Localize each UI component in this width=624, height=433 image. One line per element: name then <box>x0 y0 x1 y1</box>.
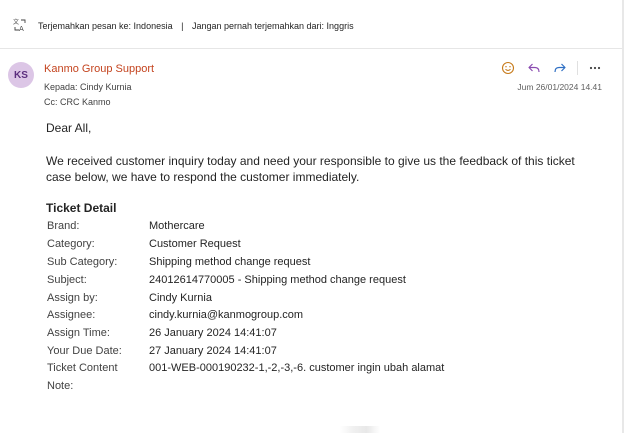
detail-label: Category: <box>47 238 95 250</box>
translate-to-link[interactable]: Terjemahkan pesan ke: Indonesia <box>38 21 173 31</box>
intro-paragraph: We received customer inquiry today and n… <box>46 154 575 184</box>
translate-bar: 文 A Terjemahkan pesan ke: Indonesia | Ja… <box>0 0 622 49</box>
detail-label: Assign Time: <box>47 327 110 339</box>
detail-label: Brand: <box>47 220 80 232</box>
to-recipients[interactable]: Kepada: Cindy Kurnia <box>44 82 132 92</box>
decorative-fade <box>340 426 380 433</box>
detail-label: Note: <box>47 380 74 392</box>
ticket-detail-title: Ticket Detail <box>46 201 117 215</box>
message-date: Jum 26/01/2024 14.41 <box>517 82 602 92</box>
detail-value: 26 January 2024 14:41:07 <box>149 327 277 339</box>
detail-label: Subject: <box>47 274 87 286</box>
sender-name[interactable]: Kanmo Group Support <box>44 63 154 75</box>
detail-label: Assignee: <box>47 309 96 321</box>
detail-value: Mothercare <box>149 220 205 232</box>
cc-recipients[interactable]: Cc: CRC Kanmo <box>44 97 111 107</box>
greeting: Dear All, <box>46 121 92 135</box>
detail-value: 001-WEB-000190232-1,-2,-3,-6. customer i… <box>149 362 445 374</box>
assignee-email[interactable]: cindy.kurnia@kanmogroup.com <box>149 309 303 321</box>
detail-value: 27 January 2024 14:41:07 <box>149 345 277 357</box>
translate-separator: | <box>181 21 184 31</box>
smiley-icon[interactable] <box>499 60 517 76</box>
avatar[interactable]: KS <box>8 62 34 88</box>
message-actions <box>491 60 604 76</box>
detail-label: Assign by: <box>47 292 98 304</box>
detail-value: Customer Request <box>149 238 241 250</box>
detail-value: Shipping method change request <box>149 256 311 268</box>
svg-text:A: A <box>19 25 24 32</box>
detail-label: Your Due Date: <box>47 345 122 357</box>
reply-icon[interactable] <box>525 60 543 76</box>
detail-value: Cindy Kurnia <box>149 292 212 304</box>
more-icon[interactable] <box>586 60 604 76</box>
detail-label: Ticket Content <box>47 362 118 374</box>
message-pane: 文 A Terjemahkan pesan ke: Indonesia | Ja… <box>0 0 624 433</box>
forward-icon[interactable] <box>551 60 569 76</box>
detail-value: 24012614770005 - Shipping method change … <box>149 274 406 286</box>
translate-icon[interactable]: 文 A <box>13 18 27 33</box>
never-translate-link[interactable]: Jangan pernah terjemahkan dari: Inggris <box>192 21 354 31</box>
detail-label: Sub Category: <box>47 256 118 268</box>
translate-options: Terjemahkan pesan ke: Indonesia | Jangan… <box>38 21 354 31</box>
actions-divider <box>577 61 578 75</box>
